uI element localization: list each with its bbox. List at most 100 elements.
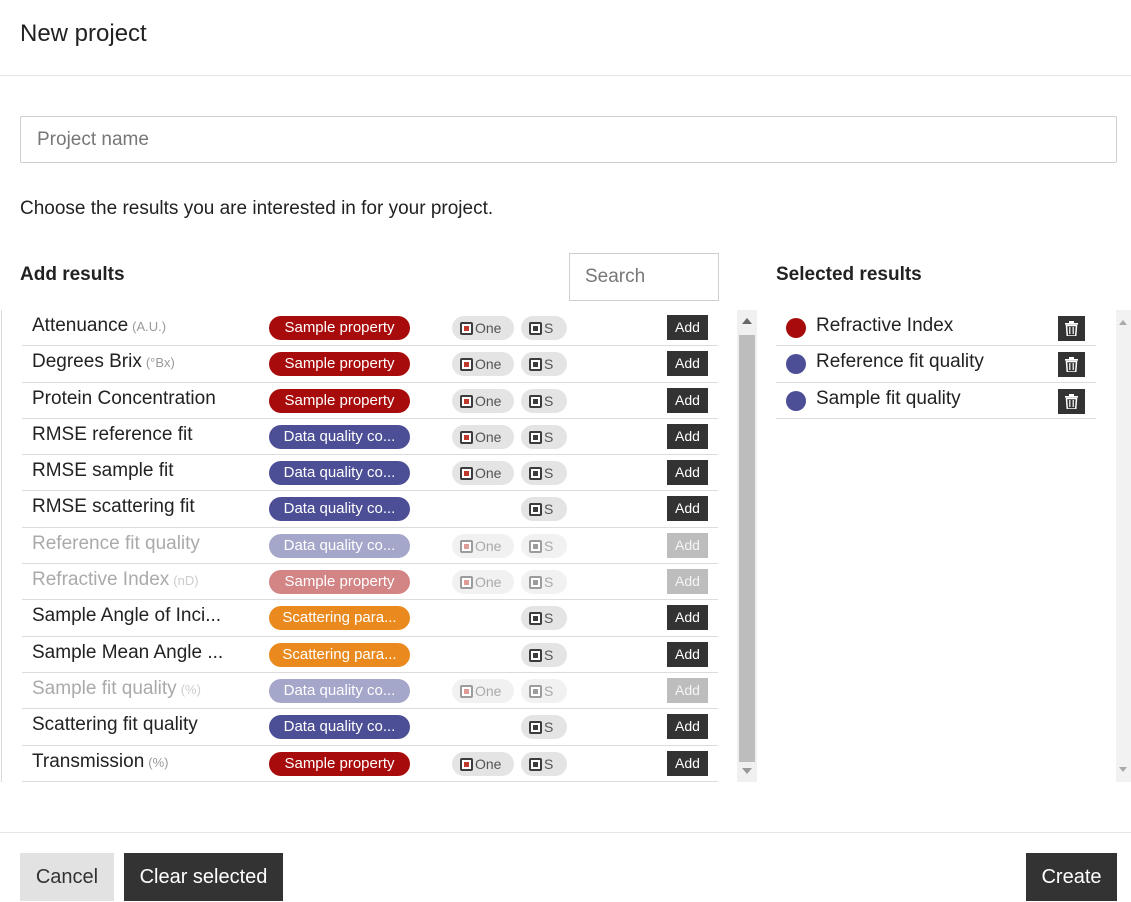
- category-tag: Sample property: [269, 570, 410, 595]
- result-name-text: RMSE sample fit: [32, 460, 174, 482]
- footer-divider: [0, 832, 1131, 833]
- result-unit: (A.U.): [132, 319, 167, 334]
- chip-label: S: [544, 610, 554, 627]
- result-name-text: Reference fit quality: [32, 532, 200, 554]
- chip-label: S: [544, 574, 554, 591]
- selected-name: Refractive Index: [816, 315, 954, 336]
- category-tag: Data quality co...: [269, 678, 410, 703]
- remove-button[interactable]: [1058, 316, 1085, 341]
- chip-label: One: [475, 682, 502, 699]
- result-row: RMSE sample fit Data quality co... One S Add: [22, 455, 718, 492]
- chip-label: S: [544, 392, 554, 409]
- clear-selected-button[interactable]: Clear selected: [124, 853, 283, 901]
- add-button[interactable]: Add: [667, 605, 708, 631]
- category-tag: Sample property: [269, 352, 410, 377]
- category-tag: Sample property: [269, 388, 410, 413]
- chip-s: S: [521, 678, 567, 703]
- chip-label: S: [544, 755, 554, 772]
- chip-one: One: [452, 678, 514, 703]
- result-name: Attenuance (A.U.): [32, 315, 166, 337]
- measurement-icon: [529, 612, 542, 626]
- result-row: RMSE reference fit Data quality co... One S…: [22, 419, 718, 456]
- results-scrollbar[interactable]: [737, 310, 757, 782]
- result-name-text: Sample Mean Angle ...: [32, 641, 224, 663]
- create-button[interactable]: Create: [1026, 853, 1117, 901]
- add-button[interactable]: Add: [667, 496, 708, 522]
- result-name: Refractive Index (nD): [32, 569, 199, 591]
- selected-scrollbar[interactable]: [1116, 310, 1131, 782]
- add-button[interactable]: Add: [667, 677, 708, 703]
- result-name-text: RMSE reference fit: [32, 423, 193, 445]
- chip-s: S: [521, 424, 567, 449]
- add-button[interactable]: Add: [667, 714, 708, 740]
- measurement-icon: [460, 539, 473, 553]
- remove-button[interactable]: [1058, 352, 1085, 378]
- selected-row: Refractive Index: [776, 310, 1096, 347]
- result-name-text: Degrees Brix: [32, 351, 142, 373]
- result-unit: (°Bx): [145, 355, 175, 371]
- add-button[interactable]: Add: [667, 423, 708, 449]
- result-name: RMSE scattering fit: [32, 496, 195, 518]
- add-button[interactable]: Add: [667, 460, 708, 486]
- project-name-input[interactable]: [20, 116, 1117, 163]
- color-dot: [786, 354, 806, 375]
- chip-label: One: [475, 465, 502, 482]
- chip-label: S: [544, 646, 554, 663]
- chip-one: One: [452, 352, 514, 377]
- chip-label: One: [475, 755, 502, 772]
- scrollbar-thumb[interactable]: [739, 335, 755, 762]
- scroll-up-icon[interactable]: [742, 318, 752, 324]
- chip-label: S: [544, 465, 554, 482]
- scroll-down-icon[interactable]: [742, 768, 752, 774]
- measurement-icon: [460, 322, 473, 335]
- add-button[interactable]: Add: [667, 351, 708, 377]
- result-row: Protein Concentration Sample property One S…: [22, 383, 718, 419]
- chip-label: S: [544, 537, 554, 554]
- category-tag: Data quality co...: [269, 533, 410, 558]
- result-name: Sample Mean Angle ...: [32, 642, 223, 664]
- chip-one: One: [452, 751, 514, 776]
- category-tag: Scattering para...: [269, 642, 410, 667]
- measurement-icon: [529, 757, 542, 771]
- dialog-title: New project: [20, 20, 147, 47]
- selected-results-list: Refractive Index Reference fit quality Sam…: [776, 310, 1131, 782]
- chip-s: S: [521, 461, 567, 486]
- chip-label: S: [544, 682, 554, 699]
- add-button[interactable]: Add: [667, 315, 708, 340]
- selected-name: Reference fit quality: [816, 351, 984, 373]
- result-unit: (%): [148, 754, 169, 770]
- chip-s: S: [521, 642, 567, 667]
- add-button[interactable]: Add: [667, 641, 708, 667]
- add-button[interactable]: Add: [667, 532, 708, 558]
- cancel-button[interactable]: Cancel: [20, 853, 114, 901]
- result-name: Degrees Brix (°Bx): [32, 351, 175, 373]
- chip-s: S: [521, 715, 567, 740]
- scroll-down-icon[interactable]: [1119, 767, 1127, 772]
- result-name-text: RMSE scattering fit: [32, 496, 195, 518]
- search-input[interactable]: [569, 253, 719, 301]
- add-button[interactable]: Add: [667, 569, 708, 595]
- chip-s: S: [521, 570, 567, 595]
- measurement-icon: [460, 467, 473, 481]
- chip-label: S: [544, 356, 554, 373]
- chip-label: One: [475, 428, 502, 445]
- chip-label: One: [475, 356, 502, 373]
- result-name: Sample Angle of Inci...: [32, 605, 221, 627]
- selected-results-heading: Selected results: [776, 264, 922, 285]
- category-tag: Data quality co...: [269, 715, 410, 740]
- remove-button[interactable]: [1058, 388, 1085, 414]
- chip-s: S: [521, 352, 567, 377]
- add-button[interactable]: Add: [667, 387, 708, 413]
- result-row: Attenuance (A.U.) Sample property One S Add: [22, 310, 718, 347]
- scroll-up-icon[interactable]: [1119, 320, 1127, 325]
- chip-s: S: [521, 533, 567, 558]
- add-button[interactable]: Add: [667, 750, 708, 776]
- results-rows: Attenuance (A.U.) Sample property One S Add De…: [22, 310, 718, 782]
- trash-icon: [1065, 393, 1078, 409]
- chip-one: One: [452, 533, 514, 558]
- category-tag: Data quality co...: [269, 497, 410, 522]
- list-left-border: [1, 310, 2, 782]
- measurement-icon: [460, 576, 473, 590]
- chip-one: One: [452, 316, 514, 340]
- color-dot: [786, 318, 806, 338]
